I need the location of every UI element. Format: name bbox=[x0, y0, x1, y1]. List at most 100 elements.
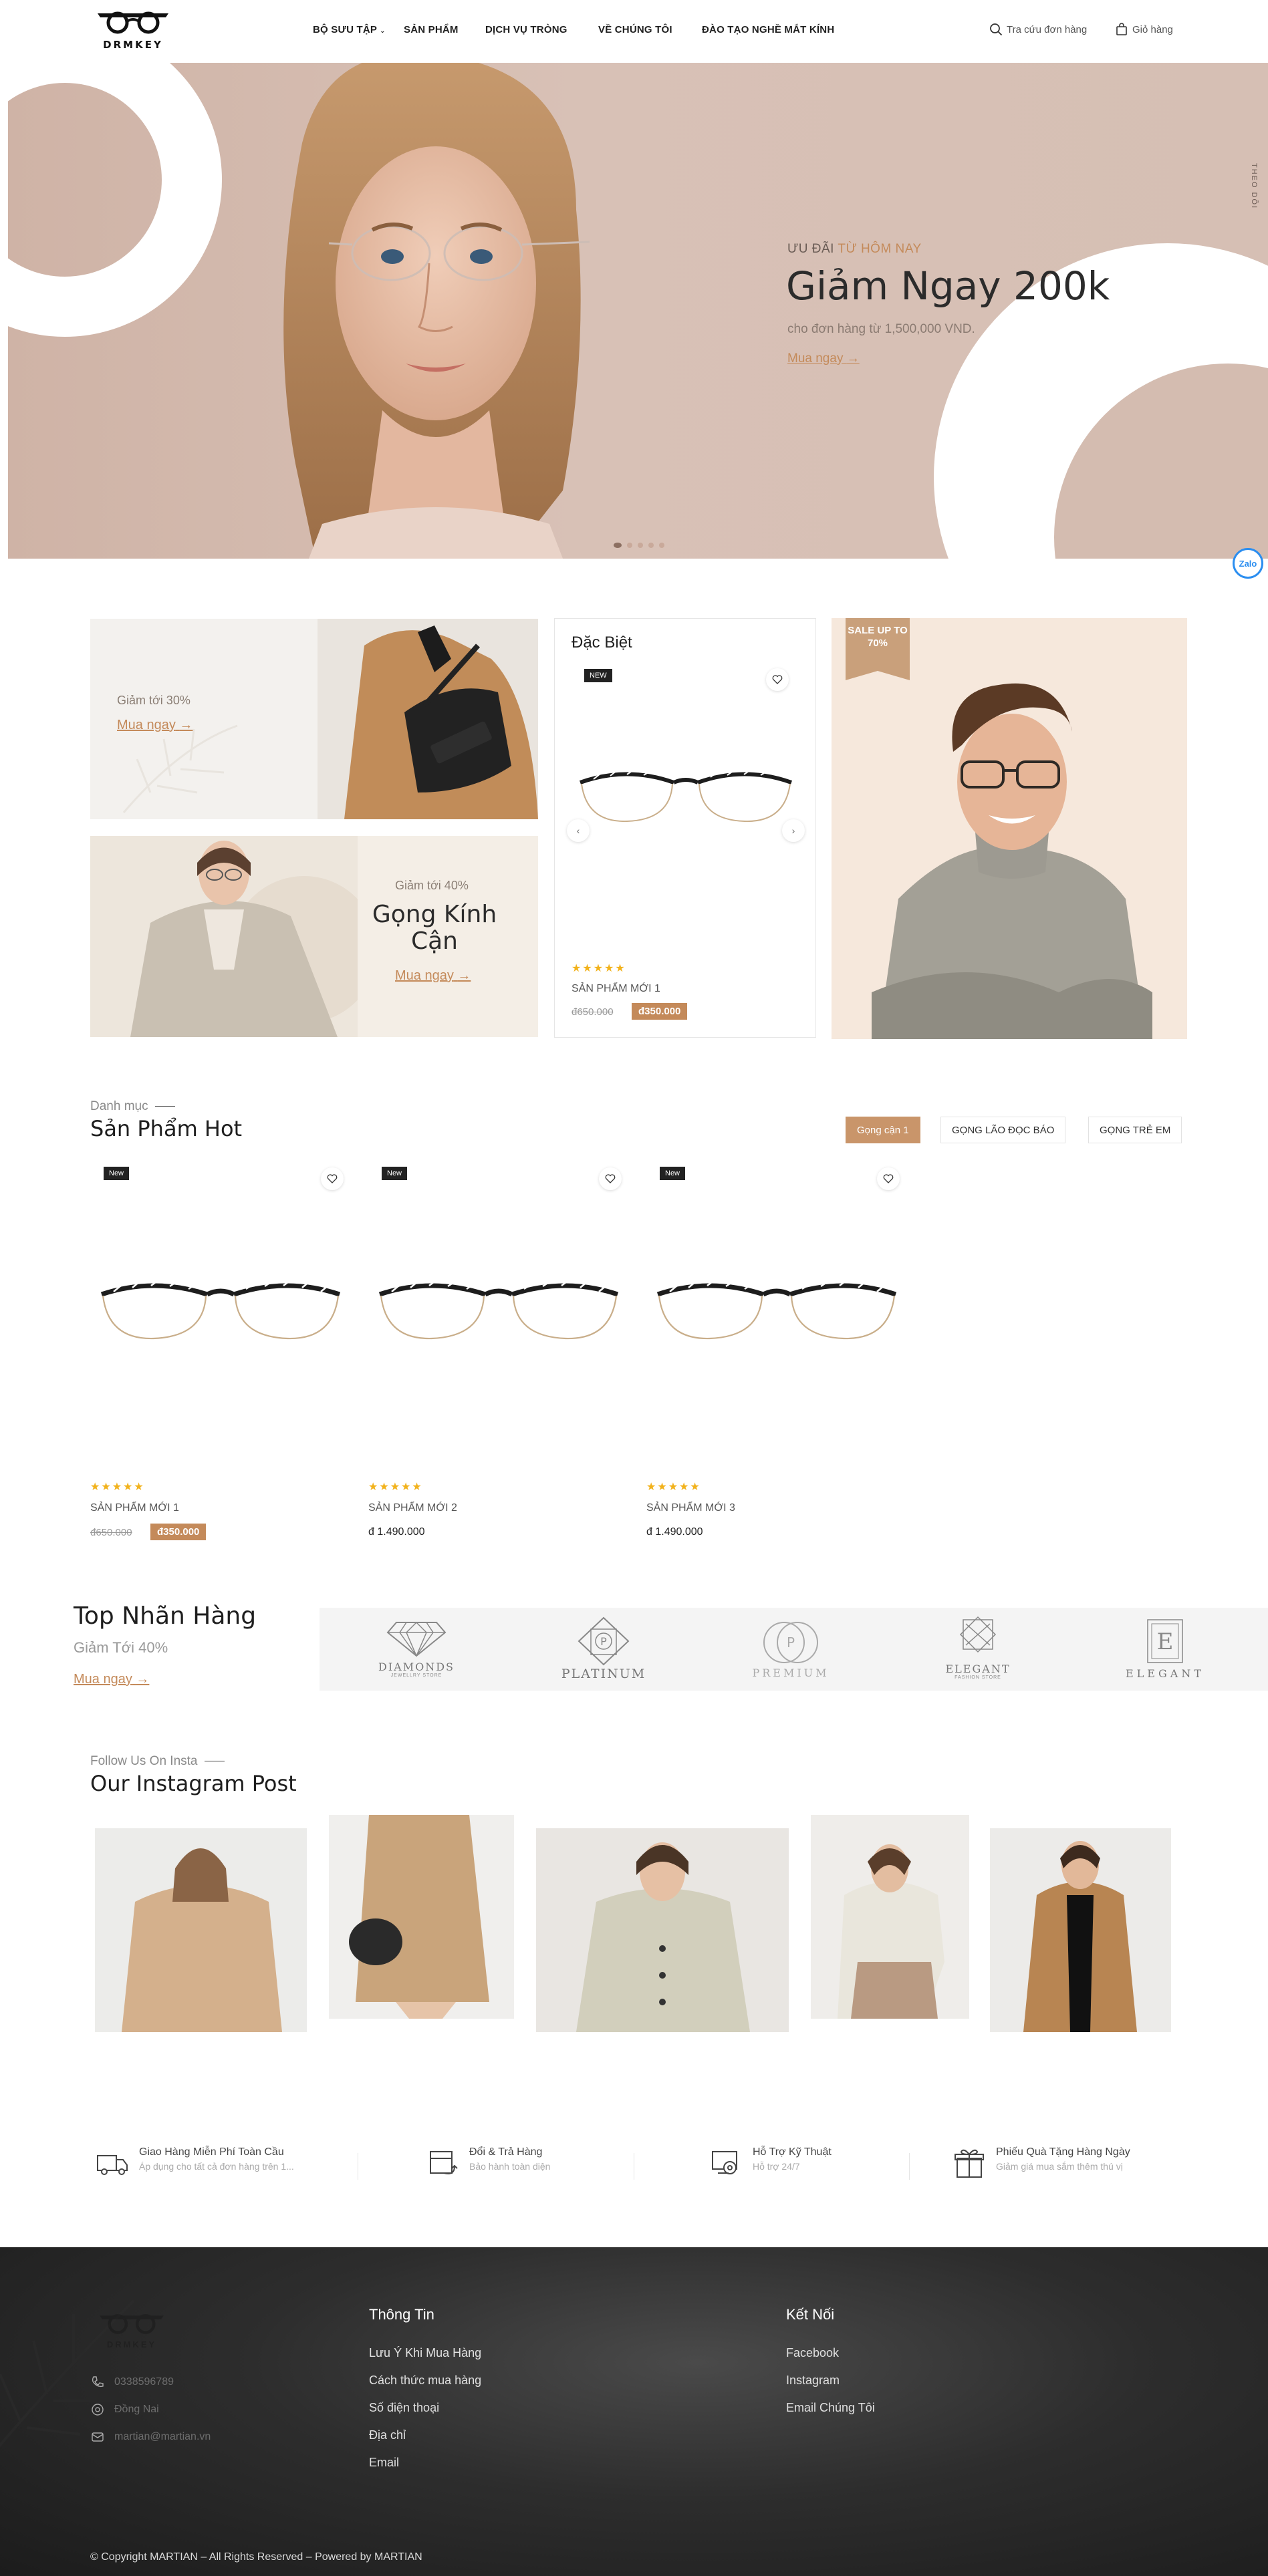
footer-info-link[interactable]: Cách thức mua hàng bbox=[369, 2374, 481, 2388]
footer-info-link[interactable]: Số điện thoại bbox=[369, 2401, 439, 2415]
insta-post-1[interactable] bbox=[95, 1828, 307, 2032]
insta-title: Our Instagram Post bbox=[90, 1771, 297, 1796]
insta-post-4[interactable] bbox=[811, 1815, 969, 2019]
location-icon bbox=[92, 2404, 104, 2416]
product-name[interactable]: SẢN PHẨM MỚI 3 bbox=[646, 1502, 735, 1514]
old-price: đ650.000 bbox=[572, 1006, 614, 1018]
tab-myopia-frames-1[interactable]: Gọng cận 1 bbox=[846, 1117, 920, 1143]
bag-model-image bbox=[318, 619, 538, 819]
insta-post-5[interactable] bbox=[990, 1828, 1171, 2032]
order-lookup-link[interactable]: Tra cứu đơn hàng bbox=[989, 23, 1087, 36]
prev-arrow-icon[interactable]: ‹ bbox=[567, 819, 590, 842]
slider-dot[interactable] bbox=[614, 543, 622, 548]
special-product-name[interactable]: SẢN PHẨM MỚI 1 bbox=[572, 983, 660, 995]
wishlist-heart-icon[interactable] bbox=[599, 1167, 622, 1190]
chevron-down-icon: ⌄ bbox=[380, 27, 386, 35]
footer-address: Đồng Nai bbox=[90, 2402, 159, 2417]
feature-desc: Hỗ trợ 24/7 bbox=[753, 2161, 800, 2172]
promo2-discount: Giảm tới 40% bbox=[395, 879, 469, 892]
hot-section-kicker: Danh mục bbox=[90, 1099, 175, 1114]
logo-text: DRMKEY bbox=[103, 39, 163, 51]
footer-connect-link[interactable]: Email Chúng Tôi bbox=[786, 2401, 875, 2415]
site-footer: DRMKEY 0338596789 Đồng Nai martian@marti… bbox=[0, 2247, 1268, 2576]
hero-slider-dots[interactable] bbox=[614, 543, 664, 548]
brands-cta-label: Mua ngay bbox=[74, 1672, 132, 1687]
brands-subtitle: Giảm Tới 40% bbox=[74, 1639, 168, 1656]
zalo-chat-button[interactable]: Zalo bbox=[1233, 548, 1263, 579]
support-icon bbox=[709, 2146, 743, 2186]
search-icon bbox=[990, 23, 1003, 36]
arrow-right-icon: → bbox=[457, 968, 471, 983]
rating-stars: ★★★★★ bbox=[90, 1481, 145, 1493]
tab-reading-frames[interactable]: GỌNG LÃO ĐỌC BÁO bbox=[940, 1117, 1066, 1143]
brand-diamonds[interactable]: DIAMONDS JEWELLRY STORE bbox=[360, 1616, 473, 1686]
wishlist-heart-icon[interactable] bbox=[766, 668, 789, 691]
footer-email[interactable]: martian@martian.vn bbox=[90, 2430, 211, 2444]
footer-connect-link[interactable]: Facebook bbox=[786, 2346, 839, 2360]
nav-products[interactable]: SẢN PHẨM bbox=[404, 24, 459, 35]
insta-post-2[interactable] bbox=[329, 1815, 514, 2019]
slider-dot[interactable] bbox=[648, 543, 654, 548]
insta-kicker: Follow Us On Insta bbox=[90, 1754, 225, 1769]
feature-title: Giao Hàng Miễn Phí Toàn Cầu bbox=[139, 2146, 284, 2158]
slider-dot[interactable] bbox=[638, 543, 643, 548]
promo1-shop-now-link[interactable]: Mua ngay → bbox=[117, 718, 193, 733]
slider-dot[interactable] bbox=[659, 543, 664, 548]
feature-title: Phiếu Quà Tặng Hàng Ngày bbox=[996, 2146, 1130, 2158]
brand-elegant-name: ELEGANT bbox=[945, 1663, 1011, 1675]
nav-about[interactable]: VỀ CHÚNG TÔI bbox=[598, 24, 672, 35]
promo-sale-banner[interactable] bbox=[832, 618, 1187, 1039]
promo2-title: Gọng Kính Cận bbox=[372, 901, 497, 955]
footer-connect-title: Kết Nối bbox=[786, 2306, 835, 2323]
footer-info-link[interactable]: Địa chỉ bbox=[369, 2428, 406, 2442]
footer-info-link[interactable]: Lưu Ý Khi Mua Hàng bbox=[369, 2346, 481, 2360]
brand-platinum-name: PLATINUM bbox=[561, 1667, 646, 1681]
arrow-right-icon: → bbox=[846, 351, 860, 366]
rating-stars: ★★★★★ bbox=[572, 963, 626, 974]
slider-dot[interactable] bbox=[627, 543, 632, 548]
logo[interactable]: DRMKEY bbox=[95, 9, 171, 56]
nav-label: BỘ SƯU TẬP bbox=[313, 24, 378, 35]
footer-info-link[interactable]: Email bbox=[369, 2456, 399, 2470]
brand-platinum[interactable]: P PLATINUM bbox=[547, 1616, 660, 1686]
promo2-shop-now-link[interactable]: Mua ngay → bbox=[395, 968, 471, 984]
next-arrow-icon[interactable]: › bbox=[782, 819, 805, 842]
arrow-right-icon: → bbox=[136, 1672, 150, 1687]
brand-elegant-fashion[interactable]: ELEGANT FASHION STORE bbox=[921, 1616, 1035, 1686]
platinum-logo-icon: P bbox=[578, 1616, 630, 1666]
insta-post-3[interactable] bbox=[536, 1828, 789, 2032]
product-image[interactable] bbox=[94, 1273, 348, 1350]
brand-premium[interactable]: P PREMIUM bbox=[734, 1616, 848, 1686]
glasses-logo-icon bbox=[98, 11, 168, 34]
feature-item: Phiếu Quà Tặng Hàng Ngày Giảm giá mua sắm… bbox=[952, 2146, 1190, 2186]
wishlist-heart-icon[interactable] bbox=[321, 1167, 344, 1190]
footer-connect-link[interactable]: Instagram bbox=[786, 2374, 840, 2388]
brand-elegant-2-name: ELEGANT bbox=[1126, 1667, 1204, 1680]
hot-section-title: Sản Phẩm Hot bbox=[90, 1116, 243, 1141]
brands-shop-now-link[interactable]: Mua ngay → bbox=[74, 1672, 149, 1687]
hero-side-follow[interactable]: THEO DÕI bbox=[1250, 163, 1258, 209]
special-product-card[interactable]: Đặc Biệt NEW ‹ › ★★★★★ SẢN PHẨM MỚI 1 đ6… bbox=[554, 618, 816, 1038]
nav-lens-service[interactable]: DỊCH VỤ TRÒNG bbox=[485, 24, 567, 35]
footer-logo[interactable]: DRMKEY bbox=[95, 2312, 168, 2349]
product-name[interactable]: SẢN PHẨM MỚI 2 bbox=[368, 1502, 457, 1514]
cart-link[interactable]: Giỏ hàng bbox=[1115, 23, 1173, 36]
promo-bag-banner[interactable]: Giảm tới 30% Mua ngay → bbox=[90, 619, 538, 819]
promo2-cta-label: Mua ngay bbox=[395, 968, 454, 983]
promo1-discount: Giảm tới 30% bbox=[117, 694, 191, 707]
promo-myopia-frames-banner[interactable]: Giảm tới 40% Gọng Kính Cận Mua ngay → bbox=[90, 836, 538, 1037]
product-image[interactable] bbox=[372, 1273, 626, 1350]
hero-description: cho đơn hàng từ 1,500,000 VND. bbox=[787, 322, 975, 336]
brand-elegant[interactable]: E ELEGANT bbox=[1108, 1616, 1222, 1686]
insta-photo-image bbox=[811, 1815, 969, 2019]
product-image[interactable] bbox=[650, 1273, 904, 1350]
old-price: đ650.000 bbox=[90, 1527, 132, 1538]
tab-kids-frames[interactable]: GỌNG TRẺ EM bbox=[1088, 1117, 1182, 1143]
eyeglasses-product-image bbox=[656, 1279, 897, 1340]
footer-phone[interactable]: 0338596789 bbox=[90, 2375, 174, 2390]
nav-collections[interactable]: BỘ SƯU TẬP ⌄ bbox=[313, 24, 386, 35]
nav-training[interactable]: ĐÀO TẠO NGHỀ MẮT KÍNH bbox=[702, 24, 834, 35]
wishlist-heart-icon[interactable] bbox=[877, 1167, 900, 1190]
hero-shop-now-link[interactable]: Mua ngay → bbox=[787, 351, 860, 366]
product-name[interactable]: SẢN PHẨM MỚI 1 bbox=[90, 1502, 179, 1514]
